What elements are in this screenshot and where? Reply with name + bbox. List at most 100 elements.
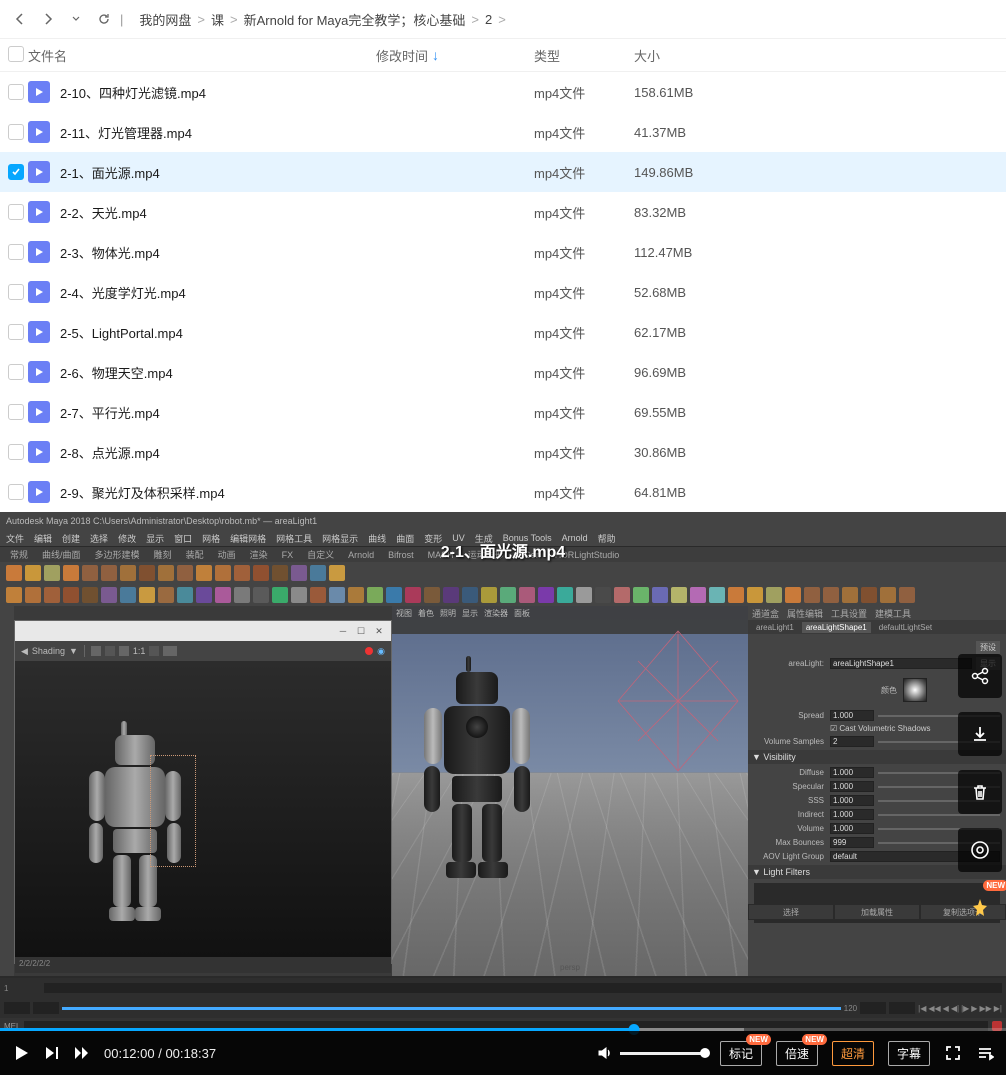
wireframe-icon <box>598 621 748 781</box>
light-swatch-icon <box>903 678 927 702</box>
row-checkbox[interactable] <box>8 324 24 340</box>
maya-titlebar: Autodesk Maya 2018 C:\Users\Administrato… <box>0 512 1006 530</box>
shelf-icon <box>519 587 535 603</box>
maya-toolbox <box>0 606 14 976</box>
table-row[interactable]: 2-8、点光源.mp4mp4文件30.86MB <box>0 432 1006 472</box>
fullscreen-button[interactable] <box>944 1044 962 1062</box>
row-checkbox[interactable] <box>8 444 24 460</box>
column-header-name[interactable]: 文件名 <box>28 46 376 65</box>
volume-control[interactable] <box>596 1044 706 1062</box>
volume-slider[interactable] <box>620 1052 706 1055</box>
breadcrumb-item[interactable]: 新Arnold for Maya完全教学；核心基础 <box>244 10 466 29</box>
render-view-canvas <box>15 661 391 957</box>
nav-refresh-button[interactable] <box>92 7 116 31</box>
shelf-icon <box>386 587 402 603</box>
table-row[interactable]: 2-10、四种灯光滤镜.mp4mp4文件158.61MB <box>0 72 1006 112</box>
subtitle-button[interactable]: 字幕 <box>888 1041 930 1066</box>
column-headers: 文件名 修改时间↓ 类型 大小 <box>0 38 1006 72</box>
download-button[interactable] <box>958 712 1002 756</box>
file-name: 2-10、四种灯光滤镜.mp4 <box>60 83 376 102</box>
shelf-icon <box>25 587 41 603</box>
close-icon: ✕ <box>371 624 387 638</box>
table-row[interactable]: 2-11、灯光管理器.mp4mp4文件41.37MB <box>0 112 1006 152</box>
nav-back-button[interactable] <box>8 7 32 31</box>
shelf-icon <box>500 587 516 603</box>
speed-button[interactable]: 倍速NEW <box>776 1041 818 1066</box>
shelf-icon <box>899 587 915 603</box>
breadcrumb-root[interactable]: 我的网盘 <box>139 10 191 29</box>
row-checkbox[interactable] <box>8 284 24 300</box>
file-name: 2-9、聚光灯及体积采样.mp4 <box>60 483 376 502</box>
select-all-checkbox[interactable] <box>8 46 24 62</box>
breadcrumb-bar: | 我的网盘 > 课 > 新Arnold for Maya完全教学；核心基础 >… <box>0 0 1006 38</box>
table-row[interactable]: 2-1、面光源.mp4mp4文件149.86MB <box>0 152 1006 192</box>
mark-button[interactable]: 标记NEW <box>720 1041 762 1066</box>
video-file-icon <box>28 241 50 263</box>
sort-indicator-icon: ↓ <box>432 47 439 63</box>
file-type: mp4文件 <box>534 243 634 262</box>
row-checkbox[interactable] <box>8 244 24 260</box>
row-checkbox[interactable] <box>8 484 24 500</box>
column-header-time[interactable]: 修改时间↓ <box>376 46 534 65</box>
shelf-icon <box>82 565 98 581</box>
nav-forward-button[interactable] <box>36 7 60 31</box>
nav-dropdown-button[interactable] <box>64 7 88 31</box>
maya-main-area: ─ ☐ ✕ ◀Shading▼ 1:1 ◉ <box>0 606 1006 976</box>
column-header-size[interactable]: 大小 <box>634 46 1006 65</box>
row-checkbox[interactable] <box>8 164 24 180</box>
next-button[interactable] <box>44 1045 60 1061</box>
shelf-icon <box>25 565 41 581</box>
row-checkbox[interactable] <box>8 124 24 140</box>
shelf-icon <box>291 587 307 603</box>
table-row[interactable]: 2-2、天光.mp4mp4文件83.32MB <box>0 192 1006 232</box>
shelf-icon <box>766 587 782 603</box>
file-size: 52.68MB <box>634 285 1006 300</box>
shelf-icon <box>120 587 136 603</box>
table-row[interactable]: 2-3、物体光.mp4mp4文件112.47MB <box>0 232 1006 272</box>
video-time: 00:12:00 / 00:18:37 <box>104 1046 216 1061</box>
pin-button[interactable]: NEW <box>958 886 1002 930</box>
settings-button[interactable] <box>958 828 1002 872</box>
breadcrumb-item[interactable]: 课 <box>211 10 224 29</box>
shelf-icon <box>595 587 611 603</box>
chevron-right-icon: > <box>230 12 238 27</box>
quality-button[interactable]: 超清 <box>832 1041 874 1066</box>
video-file-icon <box>28 321 50 343</box>
video-file-icon <box>28 281 50 303</box>
skip-button[interactable] <box>74 1045 90 1061</box>
chevron-right-icon: > <box>197 12 205 27</box>
preset-button: 预设 <box>976 641 1000 654</box>
volume-icon <box>596 1044 614 1062</box>
file-type: mp4文件 <box>534 163 634 182</box>
shelf-icon <box>804 587 820 603</box>
delete-button[interactable] <box>958 770 1002 814</box>
node-name-field: areaLightShape1 <box>830 658 972 669</box>
row-checkbox[interactable] <box>8 404 24 420</box>
shelf-icon <box>690 587 706 603</box>
table-row[interactable]: 2-9、聚光灯及体积采样.mp4mp4文件64.81MB <box>0 472 1006 512</box>
file-size: 30.86MB <box>634 445 1006 460</box>
attr-node-tab: areaLight1 <box>752 622 798 633</box>
shelf-icon <box>842 587 858 603</box>
shelf-icon <box>405 587 421 603</box>
play-button[interactable] <box>12 1044 30 1062</box>
row-checkbox[interactable] <box>8 364 24 380</box>
table-row[interactable]: 2-4、光度学灯光.mp4mp4文件52.68MB <box>0 272 1006 312</box>
table-row[interactable]: 2-5、LightPortal.mp4mp4文件62.17MB <box>0 312 1006 352</box>
shelf-icon <box>443 587 459 603</box>
column-header-type[interactable]: 类型 <box>534 46 634 65</box>
table-row[interactable]: 2-6、物理天空.mp4mp4文件96.69MB <box>0 352 1006 392</box>
shelf-icon <box>462 587 478 603</box>
table-row[interactable]: 2-7、平行光.mp4mp4文件69.55MB <box>0 392 1006 432</box>
row-checkbox[interactable] <box>8 204 24 220</box>
shelf-icon <box>272 587 288 603</box>
shelf-icon <box>291 565 307 581</box>
playlist-button[interactable] <box>976 1044 994 1062</box>
row-checkbox[interactable] <box>8 84 24 100</box>
file-size: 112.47MB <box>634 245 1006 260</box>
breadcrumb-item[interactable]: 2 <box>485 12 492 27</box>
separator-icon: | <box>120 12 123 27</box>
share-button[interactable] <box>958 654 1002 698</box>
shelf-icon <box>880 587 896 603</box>
render-view-toolbar: ◀Shading▼ 1:1 ◉ <box>15 641 391 661</box>
